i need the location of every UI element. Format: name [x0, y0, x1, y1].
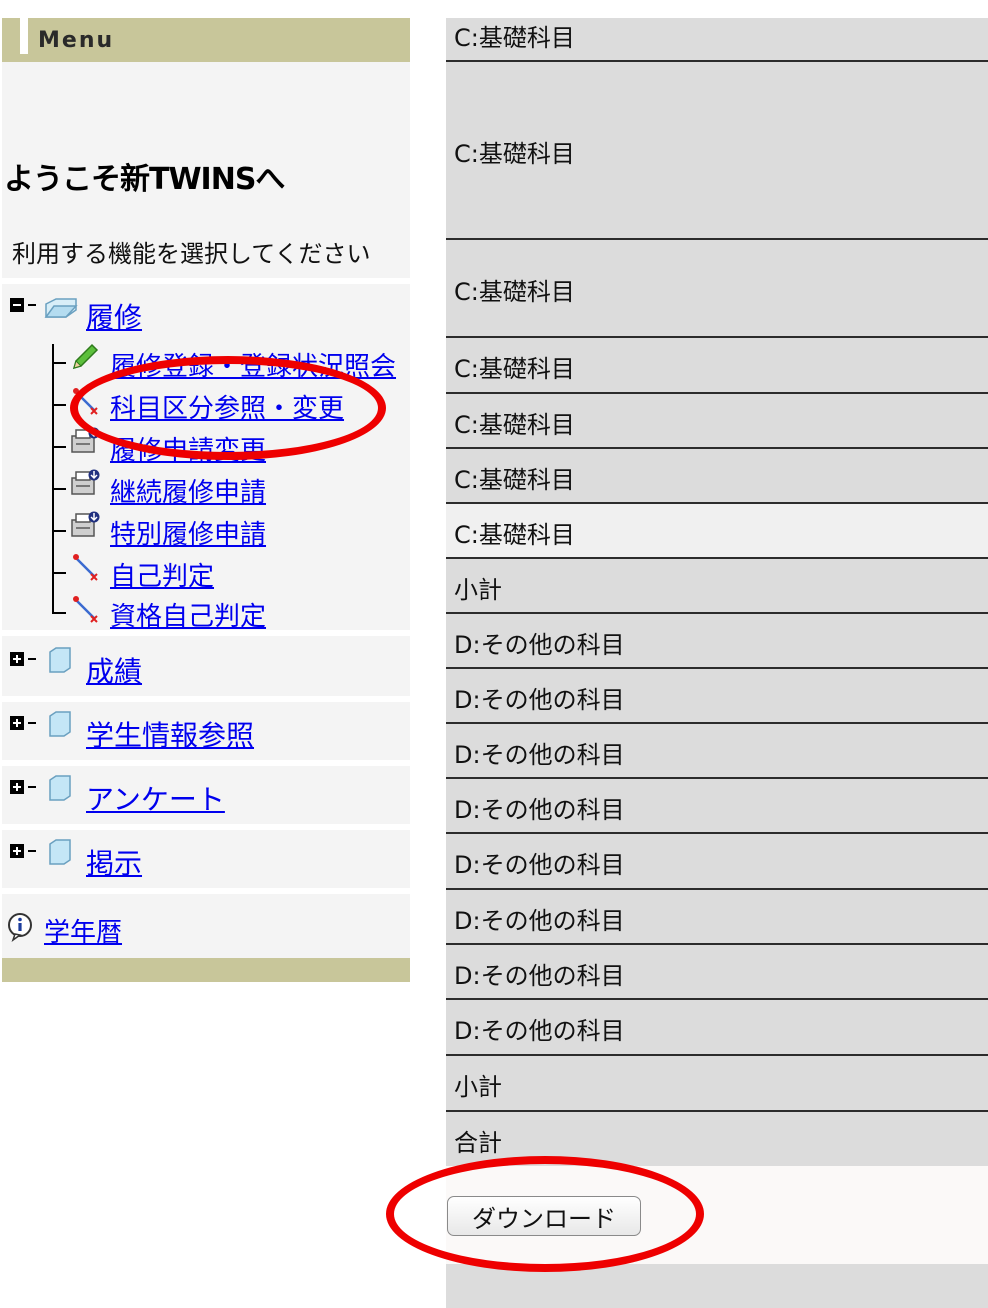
- magic-wand-icon: [73, 596, 98, 623]
- table-row: 合計: [446, 1112, 988, 1166]
- side-menu: Menu ようこそ新TWINSへ 利用する機能を選択してください 履修 履修登録…: [0, 0, 410, 1308]
- row-label: D:その他の科目: [454, 962, 625, 990]
- printer-download-icon: [71, 469, 100, 495]
- row-label: 小計: [454, 1073, 502, 1101]
- category-link-enquete[interactable]: アンケート: [86, 778, 225, 818]
- tree-connector: [28, 786, 36, 788]
- menu-header: Menu: [2, 18, 410, 62]
- table-row: D:その他の科目: [446, 1000, 988, 1056]
- calendar-link[interactable]: 学年暦: [44, 912, 122, 949]
- expand-toggle-icon[interactable]: [10, 780, 24, 794]
- table-row: D:その他の科目: [446, 890, 988, 945]
- table-row: C:基礎科目: [446, 240, 988, 338]
- table-row: D:その他の科目: [446, 945, 988, 1000]
- menu-separator: [2, 824, 410, 830]
- tree-connector: [28, 658, 36, 660]
- menu-item-rishu-touroku[interactable]: 履修登録・登録状況照会: [110, 346, 396, 383]
- table-row: C:基礎科目: [446, 62, 988, 240]
- expand-toggle-icon[interactable]: [10, 844, 24, 858]
- info-icon: [8, 913, 32, 942]
- menu-footer: [2, 958, 410, 982]
- tree-line: [52, 488, 66, 490]
- table-row: C:基礎科目: [446, 338, 988, 394]
- open-folder-icon: [44, 298, 78, 318]
- table-row: C:基礎科目: [446, 449, 988, 504]
- instruction-text: 利用する機能を選択してください: [12, 240, 371, 268]
- row-label: 合計: [454, 1129, 502, 1157]
- table-row: D:その他の科目: [446, 669, 988, 724]
- expand-toggle-icon[interactable]: [10, 652, 24, 666]
- row-label: D:その他の科目: [454, 686, 625, 714]
- table-row: D:その他の科目: [446, 779, 988, 834]
- menu-separator: [2, 278, 410, 284]
- tree-line: [52, 572, 66, 574]
- download-button[interactable]: ダウンロード: [447, 1196, 641, 1236]
- row-label: D:その他の科目: [454, 631, 625, 659]
- row-label: C:基礎科目: [454, 411, 575, 439]
- row-label: D:その他の科目: [454, 1017, 625, 1045]
- tree-connector: [28, 722, 36, 724]
- row-label: C:基礎科目: [454, 355, 575, 383]
- menu-header-accent: [20, 18, 28, 54]
- menu-item-rishu-shinsei-henkou[interactable]: 履修申請変更: [110, 430, 266, 467]
- menu-item-jiko-hantei[interactable]: 自己判定: [110, 556, 214, 593]
- tree-line: [52, 446, 66, 448]
- menu-title: Menu: [38, 28, 115, 53]
- printer-download-icon: [71, 427, 100, 453]
- tree-line: [52, 530, 66, 532]
- tree-connector: [28, 850, 36, 852]
- table-row: 小計: [446, 559, 988, 614]
- table-row: 小計: [446, 1056, 988, 1112]
- category-link-gakusei-jouhou[interactable]: 学生情報参照: [86, 714, 254, 754]
- row-label: D:その他の科目: [454, 741, 625, 769]
- menu-item-tokubetsu-rishu[interactable]: 特別履修申請: [110, 514, 266, 551]
- row-label: C:基礎科目: [454, 278, 575, 306]
- table-row: C:基礎科目: [446, 504, 988, 559]
- folder-icon: [49, 839, 71, 865]
- row-label: D:その他の科目: [454, 851, 625, 879]
- table-row: D:その他の科目: [446, 834, 988, 890]
- menu-separator: [2, 696, 410, 702]
- tree-connector: [28, 304, 36, 306]
- folder-icon: [49, 711, 71, 737]
- menu-item-shikaku-jiko-hantei[interactable]: 資格自己判定: [110, 596, 266, 633]
- tree-line: [52, 612, 66, 614]
- menu-separator: [2, 888, 410, 894]
- category-link-keiji[interactable]: 掲示: [86, 842, 142, 882]
- menu-item-kamoku-kubun[interactable]: 科目区分参照・変更: [110, 388, 344, 425]
- row-label: D:その他の科目: [454, 796, 625, 824]
- row-label: D:その他の科目: [454, 907, 625, 935]
- row-label: C:基礎科目: [454, 521, 575, 549]
- printer-download-icon: [71, 511, 100, 537]
- folder-icon: [49, 647, 71, 673]
- folder-icon: [49, 775, 71, 801]
- pencil-icon: [72, 343, 99, 370]
- magic-wand-icon: [73, 388, 98, 415]
- category-link-rishu[interactable]: 履修: [86, 296, 142, 336]
- menu-separator: [2, 760, 410, 766]
- welcome-heading: ようこそ新TWINSへ: [4, 162, 285, 197]
- row-label: C:基礎科目: [454, 140, 575, 168]
- row-label: 小計: [454, 576, 502, 604]
- table-row: D:その他の科目: [446, 724, 988, 779]
- tree-line: [52, 404, 66, 406]
- row-label: C:基礎科目: [454, 466, 575, 494]
- magic-wand-icon: [73, 554, 98, 581]
- expand-toggle-icon[interactable]: [10, 716, 24, 730]
- menu-item-keizoku-rishu[interactable]: 継続履修申請: [110, 472, 266, 509]
- tree-line: [52, 362, 66, 364]
- row-label: C:基礎科目: [454, 24, 575, 52]
- table-row: C:基礎科目: [446, 18, 988, 62]
- category-link-seiseki[interactable]: 成績: [86, 650, 142, 690]
- table-row: C:基礎科目: [446, 394, 988, 449]
- collapse-toggle-icon[interactable]: [10, 298, 24, 312]
- table-row: D:その他の科目: [446, 614, 988, 669]
